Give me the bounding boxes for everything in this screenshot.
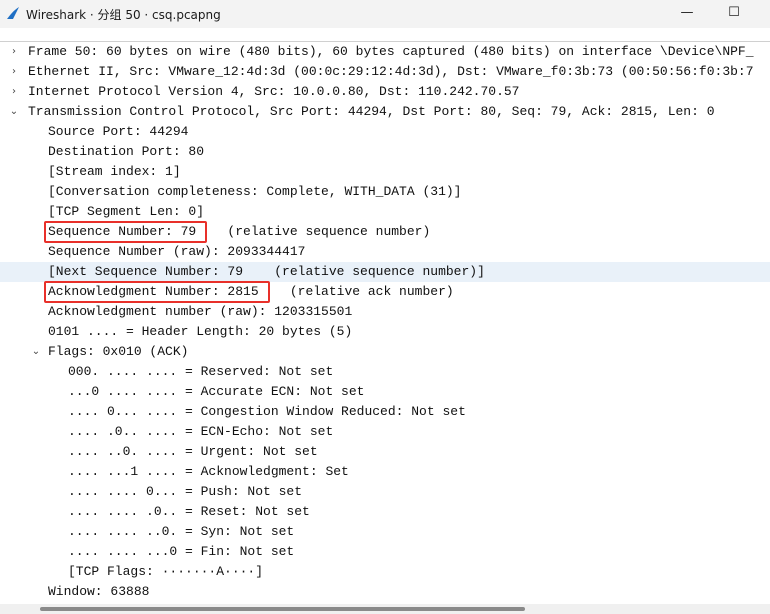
tree-row-label: Sequence Number: 79 (relative sequence n… bbox=[48, 224, 431, 239]
collapse-arrow-icon[interactable]: ⌄ bbox=[30, 342, 42, 362]
tree-row[interactable]: .... .... ...0 = Fin: Not set bbox=[0, 542, 770, 562]
tree-row[interactable]: .... ...1 .... = Acknowledgment: Set bbox=[0, 462, 770, 482]
tree-row-label: Window: 63888 bbox=[48, 584, 150, 599]
tree-row-label: [TCP Segment Len: 0] bbox=[48, 204, 205, 219]
tree-row[interactable]: Acknowledgment Number: 2815 (relative ac… bbox=[0, 282, 770, 302]
tree-row[interactable]: [TCP Segment Len: 0] bbox=[0, 202, 770, 222]
scrollbar-thumb[interactable] bbox=[40, 607, 525, 611]
tree-row[interactable]: Source Port: 44294 bbox=[0, 122, 770, 142]
tree-row-label: Acknowledgment Number: 2815 (relative ac… bbox=[48, 284, 454, 299]
tree-row-label: .... 0... .... = Congestion Window Reduc… bbox=[68, 404, 466, 419]
maximize-button[interactable]: ☐ bbox=[711, 0, 757, 28]
expand-arrow-icon[interactable]: › bbox=[8, 62, 20, 82]
tree-row[interactable]: [Stream index: 1] bbox=[0, 162, 770, 182]
tree-row[interactable]: ...0 .... .... = Accurate ECN: Not set bbox=[0, 382, 770, 402]
expand-arrow-icon[interactable]: › bbox=[8, 82, 20, 102]
minimize-button[interactable]: — bbox=[664, 0, 710, 28]
tree-row[interactable]: [Next Sequence Number: 79 (relative sequ… bbox=[0, 262, 770, 282]
tree-row-label: .... .... .0.. = Reset: Not set bbox=[68, 504, 310, 519]
collapse-arrow-icon[interactable]: ⌄ bbox=[8, 102, 20, 122]
title-bar: Wireshark · 分组 50 · csq.pcapng — ☐ bbox=[0, 0, 770, 28]
tree-row-label: Transmission Control Protocol, Src Port:… bbox=[28, 104, 715, 119]
tree-row[interactable]: › Internet Protocol Version 4, Src: 10.0.… bbox=[0, 82, 770, 102]
tree-row[interactable]: [TCP Flags: ·······A····] bbox=[0, 562, 770, 582]
horizontal-scrollbar[interactable] bbox=[0, 604, 770, 614]
tree-row-label: 000. .... .... = Reserved: Not set bbox=[68, 364, 334, 379]
tree-row[interactable]: .... .... ..0. = Syn: Not set bbox=[0, 522, 770, 542]
tree-row[interactable]: 0101 .... = Header Length: 20 bytes (5) bbox=[0, 322, 770, 342]
tree-row[interactable]: Window: 63888 bbox=[0, 582, 770, 602]
tree-row-label: .... ..0. .... = Urgent: Not set bbox=[68, 444, 318, 459]
tree-row-label: Internet Protocol Version 4, Src: 10.0.0… bbox=[28, 84, 520, 99]
tree-row[interactable]: › Frame 50: 60 bytes on wire (480 bits), … bbox=[0, 42, 770, 62]
tree-row-label: [TCP Flags: ·······A····] bbox=[68, 564, 264, 579]
tree-row-label: [Conversation completeness: Complete, WI… bbox=[48, 184, 462, 199]
tree-row[interactable]: .... 0... .... = Congestion Window Reduc… bbox=[0, 402, 770, 422]
tree-row-label: 0101 .... = Header Length: 20 bytes (5) bbox=[48, 324, 353, 339]
tree-row-label: Destination Port: 80 bbox=[48, 144, 205, 159]
tree-row[interactable]: .... .... 0... = Push: Not set bbox=[0, 482, 770, 502]
tree-row[interactable]: [Conversation completeness: Complete, WI… bbox=[0, 182, 770, 202]
packet-details-tree: › Frame 50: 60 bytes on wire (480 bits), … bbox=[0, 41, 770, 605]
tree-row-label: ...0 .... .... = Accurate ECN: Not set bbox=[68, 384, 365, 399]
tree-row-label: Source Port: 44294 bbox=[48, 124, 189, 139]
tree-row[interactable]: Acknowledgment number (raw): 1203315501 bbox=[0, 302, 770, 322]
tree-row[interactable]: .... .... .0.. = Reset: Not set bbox=[0, 502, 770, 522]
tree-row[interactable]: ⌄ Flags: 0x010 (ACK) bbox=[0, 342, 770, 362]
tree-row-label: Acknowledgment number (raw): 1203315501 bbox=[48, 304, 353, 319]
tree-row-label: .... .... ...0 = Fin: Not set bbox=[68, 544, 295, 559]
tree-row[interactable]: ⌄ Transmission Control Protocol, Src Port… bbox=[0, 102, 770, 122]
tree-row[interactable]: .... ..0. .... = Urgent: Not set bbox=[0, 442, 770, 462]
tree-row[interactable]: .... .0.. .... = ECN-Echo: Not set bbox=[0, 422, 770, 442]
tree-row-label: [Next Sequence Number: 79 (relative sequ… bbox=[48, 264, 485, 279]
tree-row[interactable]: Sequence Number: 79 (relative sequence n… bbox=[0, 222, 770, 242]
tree-row-label: .... .... 0... = Push: Not set bbox=[68, 484, 303, 499]
tree-row-label: .... .... ..0. = Syn: Not set bbox=[68, 524, 295, 539]
window-title: Wireshark · 分组 50 · csq.pcapng bbox=[26, 8, 221, 22]
tree-row-label: Ethernet II, Src: VMware_12:4d:3d (00:0c… bbox=[28, 64, 754, 79]
wireshark-fin-icon bbox=[7, 7, 19, 19]
expand-arrow-icon[interactable]: › bbox=[8, 42, 20, 62]
tree-row[interactable]: Sequence Number (raw): 2093344417 bbox=[0, 242, 770, 262]
tree-row[interactable]: › Ethernet II, Src: VMware_12:4d:3d (00:0… bbox=[0, 62, 770, 82]
tree-row[interactable]: Destination Port: 80 bbox=[0, 142, 770, 162]
tree-row-label: .... .0.. .... = ECN-Echo: Not set bbox=[68, 424, 334, 439]
tree-row-label: Flags: 0x010 (ACK) bbox=[48, 344, 189, 359]
tree-row-label: [Stream index: 1] bbox=[48, 164, 181, 179]
tree-row[interactable]: 000. .... .... = Reserved: Not set bbox=[0, 362, 770, 382]
tree-row-label: Sequence Number (raw): 2093344417 bbox=[48, 244, 306, 259]
tree-row-label: .... ...1 .... = Acknowledgment: Set bbox=[68, 464, 349, 479]
tree-row-label: Frame 50: 60 bytes on wire (480 bits), 6… bbox=[28, 44, 754, 59]
